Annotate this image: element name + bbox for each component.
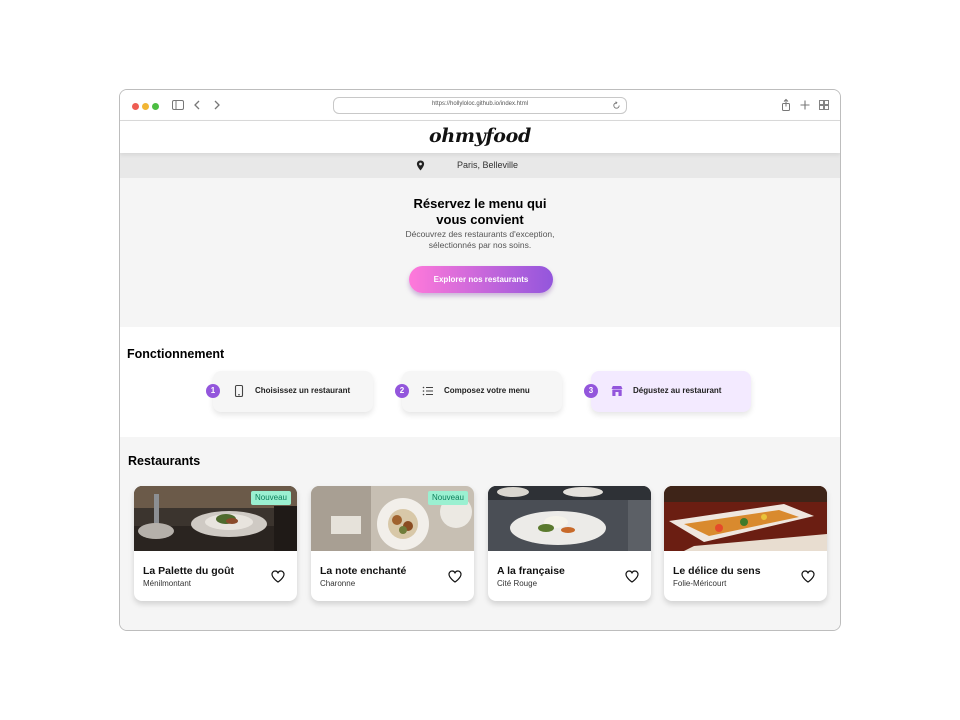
- reload-icon[interactable]: [612, 101, 621, 110]
- hero-subtitle-line-2: sélectionnés par nos soins.: [428, 240, 532, 250]
- site-logo[interactable]: ohmyfood: [120, 125, 840, 147]
- heart-icon[interactable]: [271, 570, 285, 583]
- address-bar[interactable]: https://hollyloloc.github.io/index.html: [333, 97, 627, 114]
- browser-toolbar: https://hollyloloc.github.io/index.html: [120, 90, 840, 121]
- hero-subtitle-line-1: Découvrez des restaurants d'exception,: [405, 229, 555, 239]
- restaurant-name: La Palette du goût: [143, 565, 235, 577]
- location-text: Paris, Belleville: [457, 160, 519, 170]
- step-number-badge: 3: [584, 384, 598, 398]
- restaurant-area: Folie-Méricourt: [673, 579, 727, 588]
- minimize-window-button[interactable]: [142, 103, 149, 110]
- location-pin-icon: [416, 160, 425, 171]
- restaurant-area: Ménilmontant: [143, 579, 192, 588]
- step-card: Dégustez au restaurant: [591, 371, 751, 412]
- forward-icon[interactable]: [210, 98, 224, 112]
- restaurant-area: Cité Rouge: [497, 579, 538, 588]
- sidebar-icon[interactable]: [171, 98, 185, 112]
- heart-icon[interactable]: [801, 570, 815, 583]
- restaurant-area: Charonne: [320, 579, 356, 588]
- hero-title: Réservez le menu qui vous convient: [120, 196, 840, 228]
- restaurant-card[interactable]: Nouveau La note enchanté Charonne: [311, 486, 474, 601]
- restaurant-photo: [664, 486, 827, 551]
- step-number-badge: 1: [206, 384, 220, 398]
- step-label: Choisissez un restaurant: [255, 386, 351, 395]
- url-text: https://hollyloloc.github.io/index.html: [431, 101, 529, 107]
- share-icon[interactable]: [779, 98, 793, 112]
- zoom-window-button[interactable]: [152, 103, 159, 110]
- heart-icon[interactable]: [448, 570, 462, 583]
- location-bar: Paris, Belleville: [120, 153, 840, 178]
- restaurant-name: Le délice du sens: [673, 565, 761, 577]
- restaurant-photo: [488, 486, 651, 551]
- step-card: Composez votre menu: [402, 371, 562, 412]
- restaurants-section: Restaurants Nouveau La Palette du goût M…: [120, 437, 840, 630]
- hero-title-line-1: Réservez le menu qui: [413, 196, 547, 211]
- step-number-badge: 2: [395, 384, 409, 398]
- close-window-button[interactable]: [132, 103, 139, 110]
- hero-title-line-2: vous convient: [436, 212, 524, 227]
- how-it-works-title: Fonctionnement: [127, 347, 225, 361]
- new-badge: Nouveau: [250, 491, 291, 505]
- restaurant-card[interactable]: Nouveau La Palette du goût Ménilmontant: [134, 486, 297, 601]
- hero-section: Réservez le menu qui vous convient Décou…: [120, 178, 840, 327]
- new-tab-icon[interactable]: [798, 98, 812, 112]
- step-label: Dégustez au restaurant: [633, 386, 722, 395]
- tabs-overview-icon[interactable]: [817, 98, 831, 112]
- restaurant-name: La note enchanté: [320, 565, 407, 577]
- new-badge: Nouveau: [427, 491, 468, 505]
- how-it-works-section: Fonctionnement Choisissez un restaurant …: [120, 327, 840, 437]
- restaurant-card[interactable]: A la française Cité Rouge: [488, 486, 651, 601]
- restaurant-name: A la française: [497, 565, 565, 577]
- step-label: Composez votre menu: [444, 386, 530, 395]
- site-header: ohmyfood: [120, 121, 840, 153]
- heart-icon[interactable]: [625, 570, 639, 583]
- back-icon[interactable]: [190, 98, 204, 112]
- hero-subtitle: Découvrez des restaurants d'exception, s…: [120, 229, 840, 251]
- store-icon: [611, 386, 623, 396]
- step-card: Choisissez un restaurant: [213, 371, 373, 412]
- restaurant-card[interactable]: Le délice du sens Folie-Méricourt: [664, 486, 827, 601]
- browser-window: https://hollyloloc.github.io/index.html …: [119, 89, 841, 631]
- explore-restaurants-button[interactable]: Explorer nos restaurants: [409, 266, 553, 293]
- mobile-phone-icon: [234, 384, 244, 398]
- restaurants-title: Restaurants: [128, 454, 201, 468]
- list-icon: [422, 386, 433, 396]
